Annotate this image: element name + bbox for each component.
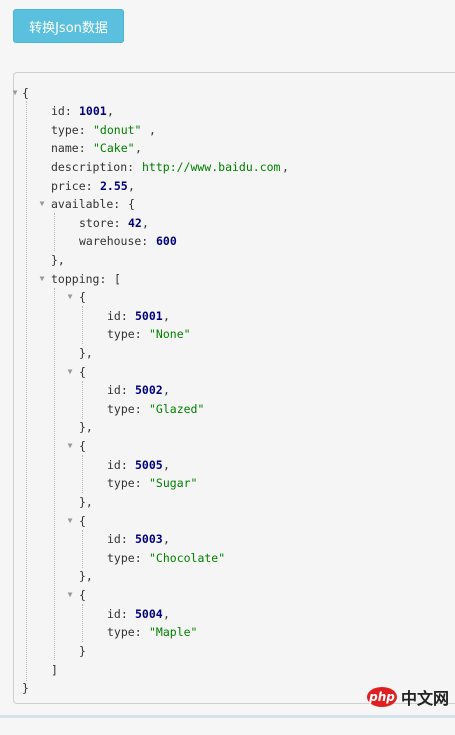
- json-line-topping-close: },: [79, 420, 93, 434]
- json-line-topping-close: },: [79, 346, 93, 360]
- json-line-topping-type: type: "Maple": [107, 625, 198, 639]
- json-line-topping-close: },: [79, 569, 93, 583]
- json-line-type: type: "donut" ,: [51, 123, 156, 137]
- json-viewer: ▼ { id: 1001 , type: "donut" , name: "Ca…: [13, 72, 455, 704]
- json-line-description: description: http://www.baidu.com ,: [51, 160, 289, 174]
- json-line-topping-type: type: "None": [107, 327, 191, 341]
- json-line-root-open: ▼ {: [13, 84, 42, 103]
- json-line-topping-open: ▼ {: [14, 512, 86, 531]
- indent-guide-topping-5: [82, 604, 83, 642]
- json-line-topping-id: id: 5003 ,: [107, 532, 170, 546]
- watermark-text: 中文网: [400, 689, 449, 708]
- php-cn-watermark: php 中文网: [366, 685, 449, 709]
- json-line-topping-open: ▼ {: [14, 363, 86, 382]
- triangle-down-icon[interactable]: ▼: [65, 586, 75, 605]
- json-line-store: store: 42 ,: [79, 216, 149, 230]
- triangle-down-icon[interactable]: ▼: [37, 195, 47, 214]
- convert-json-button[interactable]: 转换Json数据: [13, 9, 124, 43]
- json-line-topping-open: ▼ {: [14, 437, 86, 456]
- triangle-down-icon[interactable]: ▼: [10, 84, 20, 103]
- json-line-topping-type: type: "Glazed": [107, 402, 205, 416]
- indent-guide-topping-2: [82, 381, 83, 419]
- json-line-warehouse: warehouse: 600: [79, 234, 177, 248]
- json-line-topping-type: type: "Sugar": [107, 476, 198, 490]
- json-line-topping-type: type: "Chocolate": [107, 551, 226, 565]
- json-line-available-close: },: [51, 253, 65, 267]
- indent-guide-available: [54, 213, 55, 251]
- json-line-topping-id: id: 5005 ,: [107, 458, 170, 472]
- triangle-down-icon[interactable]: ▼: [37, 270, 47, 289]
- json-line-id: id: 1001 ,: [51, 104, 114, 118]
- json-line-available: ▼ available: {: [14, 195, 135, 214]
- json-line-topping-id: id: 5002 ,: [107, 383, 170, 397]
- json-line-topping-id: id: 5004 ,: [107, 607, 170, 621]
- json-line-name: name: "Cake" ,: [51, 141, 142, 155]
- php-logo: php: [366, 687, 397, 707]
- json-line-topping-open: ▼ {: [14, 288, 86, 307]
- triangle-down-icon[interactable]: ▼: [65, 288, 75, 307]
- json-line-topping-close: },: [79, 495, 93, 509]
- indent-guide-topping-3: [82, 455, 83, 493]
- triangle-down-icon[interactable]: ▼: [65, 512, 75, 531]
- triangle-down-icon[interactable]: ▼: [65, 363, 75, 382]
- json-line-topping: ▼ topping: [: [14, 270, 121, 289]
- triangle-down-icon[interactable]: ▼: [65, 437, 75, 456]
- json-line-topping-open: ▼ {: [14, 586, 86, 605]
- json-line-root-close: }: [22, 681, 29, 695]
- json-line-price: price: 2.55 ,: [51, 179, 135, 193]
- json-line-topping-end: ]: [51, 663, 58, 677]
- indent-guide-topping: [54, 288, 55, 660]
- json-line-topping-id: id: 5001 ,: [107, 309, 170, 323]
- json-line-topping-close: }: [79, 644, 86, 658]
- indent-guide-topping-4: [82, 530, 83, 568]
- indent-guide-topping-1: [82, 306, 83, 344]
